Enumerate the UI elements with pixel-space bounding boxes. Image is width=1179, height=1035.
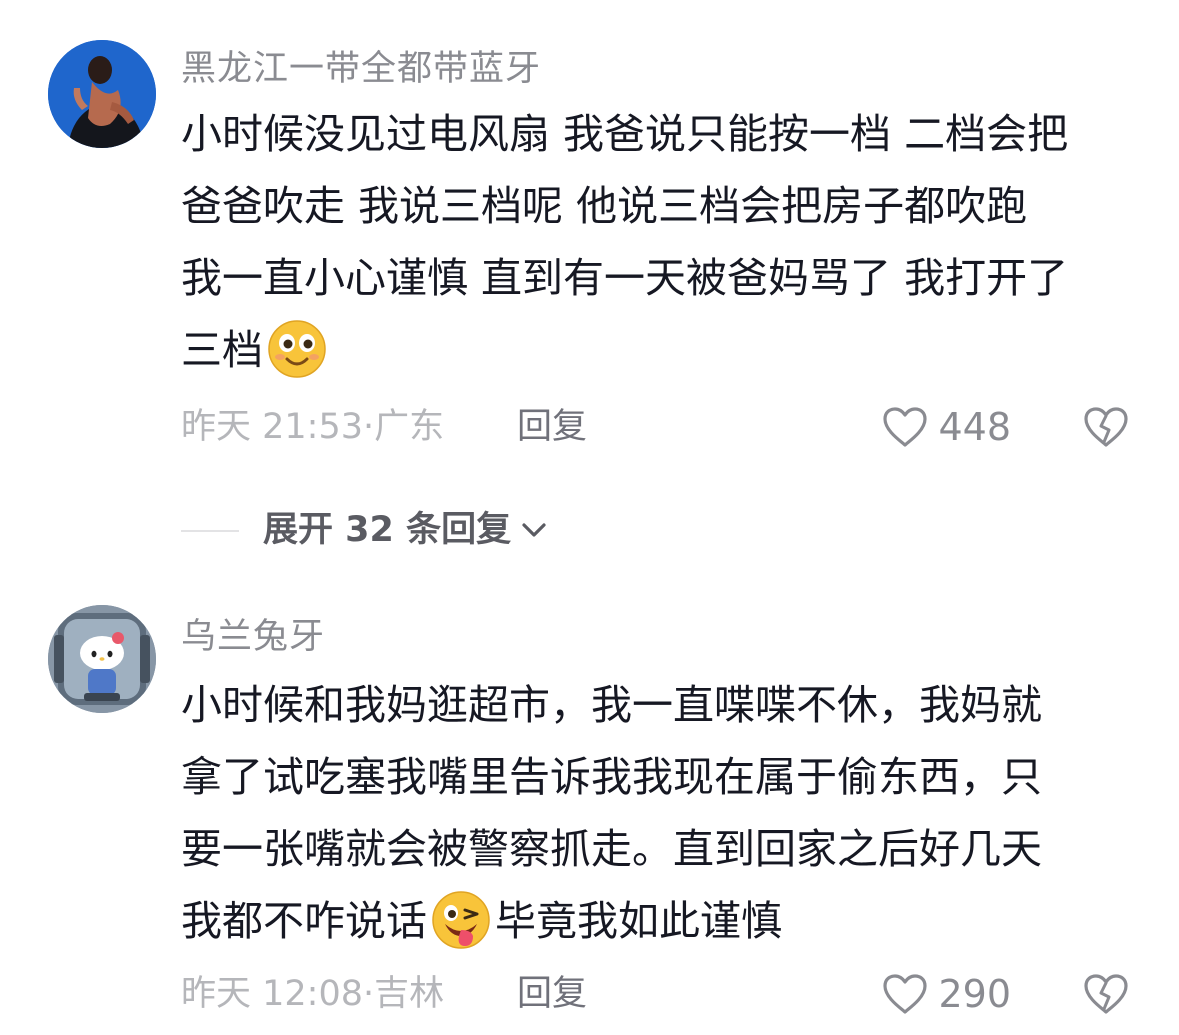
comment-line: 小时候没见过电风扇 我爸说只能按一档 二档会把 xyxy=(181,110,1069,158)
winking-tongue-face-emoji xyxy=(432,891,490,949)
comment-line-last: 三档 xyxy=(181,314,1141,386)
like-count: 448 xyxy=(938,405,1011,449)
comment-item: 乌兰兔牙 小时候和我妈逛超市，我一直喋喋不休，我妈就 拿了试吃塞我嘴里告诉我我现… xyxy=(0,575,1179,1035)
timestamp-location: 昨天 21:53·广东 xyxy=(181,402,444,452)
location: 吉林 xyxy=(374,974,445,1014)
like-count: 290 xyxy=(938,972,1011,1016)
avatar[interactable] xyxy=(48,605,156,713)
location: 广东 xyxy=(374,407,445,447)
timestamp: 昨天 21:53· xyxy=(181,407,375,447)
avatar-image xyxy=(48,605,156,713)
comment-line: 拿了试吃塞我嘴里告诉我我现在属于偷东西，只 xyxy=(181,753,1042,801)
comment-line: 小时候和我妈逛超市，我一直喋喋不休，我妈就 xyxy=(181,681,1042,729)
comment-line-text: 我都不咋说话 xyxy=(181,897,427,945)
comment-line-text: 毕竟我如此谨慎 xyxy=(495,897,782,945)
comment-item: 黑龙江一带全都带蓝牙 小时候没见过电风扇 我爸说只能按一档 二档会把 爸爸吹走 … xyxy=(0,0,1179,550)
comment-meta: 昨天 21:53·广东 回复 448 xyxy=(181,402,1129,452)
like-button[interactable]: 448 xyxy=(882,402,1011,452)
comment-line-last: 我都不咋说话 毕竟我如此谨慎 xyxy=(181,885,1141,957)
reply-button[interactable]: 回复 xyxy=(517,402,587,452)
comment-meta: 昨天 12:08·吉林 回复 290 xyxy=(181,969,1129,1019)
comment-line-text: 三档 xyxy=(181,326,263,374)
username[interactable]: 黑龙江一带全都带蓝牙 xyxy=(181,40,541,91)
like-button[interactable]: 290 xyxy=(882,969,1011,1019)
comment-line: 要一张嘴就会被警察抓走。直到回家之后好几天 xyxy=(181,825,1042,873)
comment-text: 小时候和我妈逛超市，我一直喋喋不休，我妈就 拿了试吃塞我嘴里告诉我我现在属于偷东… xyxy=(181,669,1141,957)
chevron-down-icon xyxy=(522,523,546,537)
timestamp: 昨天 12:08· xyxy=(181,974,375,1014)
broken-heart-icon[interactable] xyxy=(1083,972,1129,1016)
avatar[interactable] xyxy=(48,40,156,148)
reply-button[interactable]: 回复 xyxy=(517,969,587,1019)
heart-icon xyxy=(883,974,928,1014)
username[interactable]: 乌兰兔牙 xyxy=(181,608,325,659)
broken-heart-icon[interactable] xyxy=(1083,405,1129,449)
comment-line: 我一直小心谨慎 直到有一天被爸妈骂了 我打开了 xyxy=(181,254,1069,302)
avatar-image xyxy=(48,40,156,148)
heart-icon xyxy=(883,407,928,447)
comment-line: 爸爸吹走 我说三档呢 他说三档会把房子都吹跑 xyxy=(181,182,1028,230)
smiling-face-emoji xyxy=(268,320,326,378)
divider xyxy=(181,530,239,532)
expand-replies-label: 展开 32 条回复 xyxy=(263,510,512,550)
timestamp-location: 昨天 12:08·吉林 xyxy=(181,969,444,1019)
comment-text: 小时候没见过电风扇 我爸说只能按一档 二档会把 爸爸吹走 我说三档呢 他说三档会… xyxy=(181,98,1141,386)
